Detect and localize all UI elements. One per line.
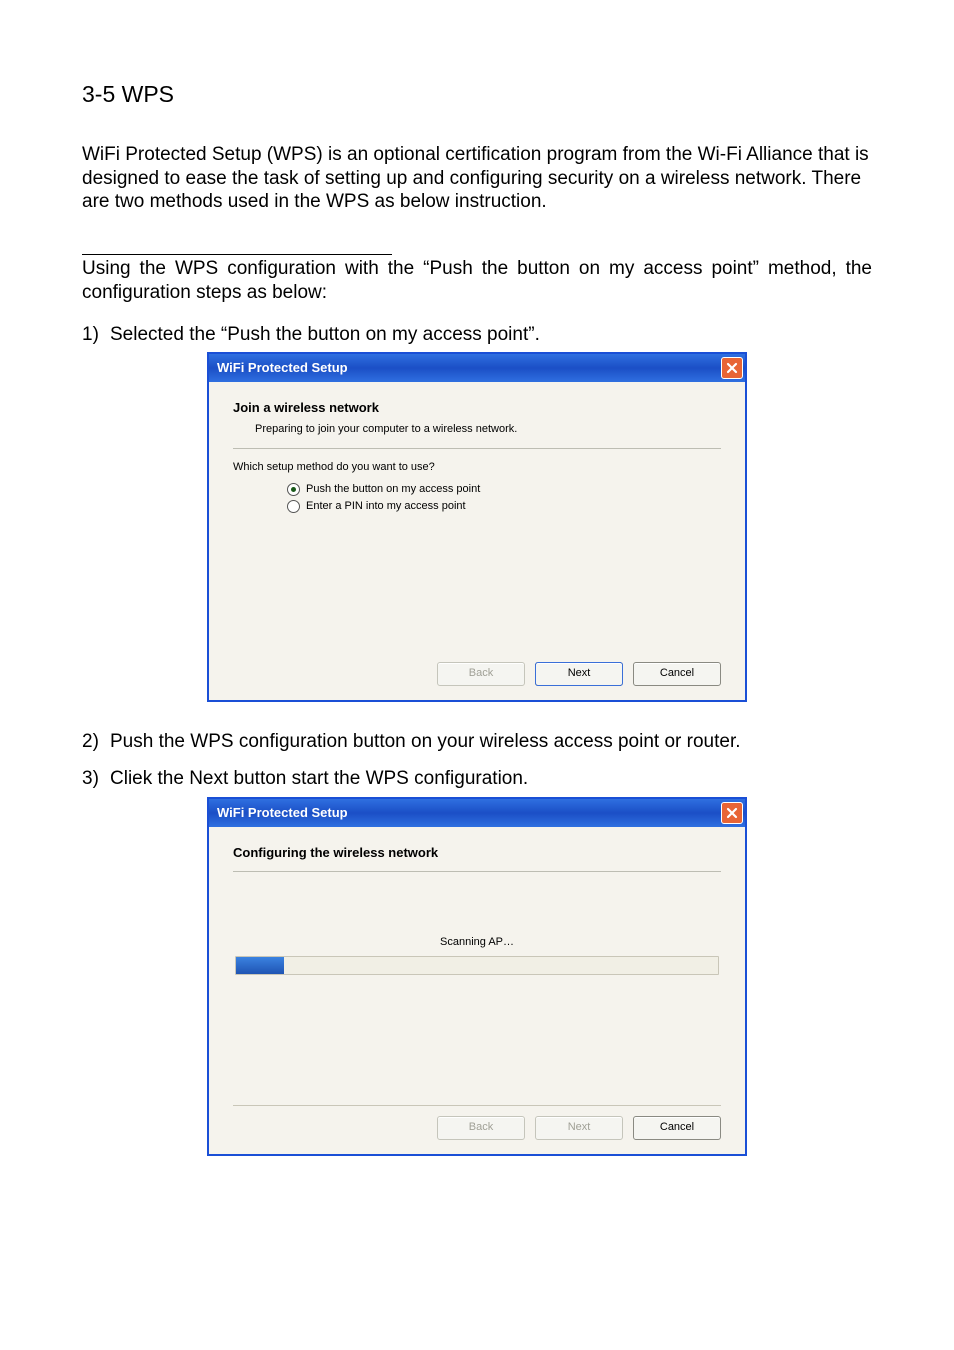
step-text: Push the WPS configuration button on you… [110, 731, 741, 752]
step-text: Cliek the Next button start the WPS conf… [110, 768, 528, 789]
step-number: 3) [82, 767, 110, 791]
radio-push-button[interactable]: Push the button on my access point [287, 483, 727, 497]
progress-fill [236, 957, 284, 974]
step-3: 3)Cliek the Next button start the WPS co… [82, 767, 872, 1156]
next-button: Next [535, 1116, 623, 1140]
close-icon [726, 807, 738, 819]
button-row: Back Next Cancel [227, 1116, 727, 1140]
titlebar: WiFi Protected Setup [209, 799, 745, 827]
radio-label: Enter a PIN into my access point [306, 500, 466, 514]
divider [233, 448, 721, 449]
step-text: Selected the “Push the button on my acce… [110, 324, 540, 345]
cancel-button[interactable]: Cancel [633, 1116, 721, 1140]
dialog-body: Join a wireless network Preparing to joi… [209, 382, 745, 699]
section-heading: 3-5 WPS [82, 80, 872, 109]
subsection-rule: 3-5-1 Push the button on my access point [82, 254, 392, 255]
titlebar: WiFi Protected Setup [209, 354, 745, 382]
push-method-intro: Using the WPS configuration with the “Pu… [82, 257, 872, 305]
window-title: WiFi Protected Setup [217, 360, 721, 376]
dialog-heading: Join a wireless network [233, 400, 727, 416]
divider [233, 871, 721, 872]
close-button[interactable] [721, 802, 743, 824]
wps-dialog-join: WiFi Protected Setup Join a wireless net… [207, 352, 747, 701]
step-number: 2) [82, 730, 110, 754]
progress-bar [235, 956, 719, 975]
close-button[interactable] [721, 357, 743, 379]
step-2: 2)Push the WPS configuration button on y… [82, 730, 872, 754]
dialog-heading: Configuring the wireless network [233, 845, 727, 861]
next-button[interactable]: Next [535, 662, 623, 686]
radio-label: Push the button on my access point [306, 483, 480, 497]
close-icon [726, 362, 738, 374]
scanning-label: Scanning AP… [227, 936, 727, 950]
dialog-body: Configuring the wireless network Scannin… [209, 827, 745, 1154]
step-1: 1)Selected the “Push the button on my ac… [82, 323, 872, 702]
intro-paragraph: WiFi Protected Setup (WPS) is an optiona… [82, 143, 872, 214]
back-button: Back [437, 662, 525, 686]
cancel-button[interactable]: Cancel [633, 662, 721, 686]
step-number: 1) [82, 323, 110, 347]
button-row: Back Next Cancel [227, 662, 727, 686]
radio-enter-pin[interactable]: Enter a PIN into my access point [287, 500, 727, 514]
divider [233, 1105, 721, 1106]
document-page: 3-5 WPS WiFi Protected Setup (WPS) is an… [0, 0, 954, 1244]
back-button: Back [437, 1116, 525, 1140]
setup-question: Which setup method do you want to use? [233, 461, 727, 475]
dialog-subtext: Preparing to join your computer to a wir… [255, 423, 727, 437]
step-list: 1)Selected the “Push the button on my ac… [82, 323, 872, 1157]
wps-dialog-configuring: WiFi Protected Setup Configuring the wir… [207, 797, 747, 1156]
radio-icon [287, 483, 300, 496]
radio-icon [287, 500, 300, 513]
window-title: WiFi Protected Setup [217, 805, 721, 821]
